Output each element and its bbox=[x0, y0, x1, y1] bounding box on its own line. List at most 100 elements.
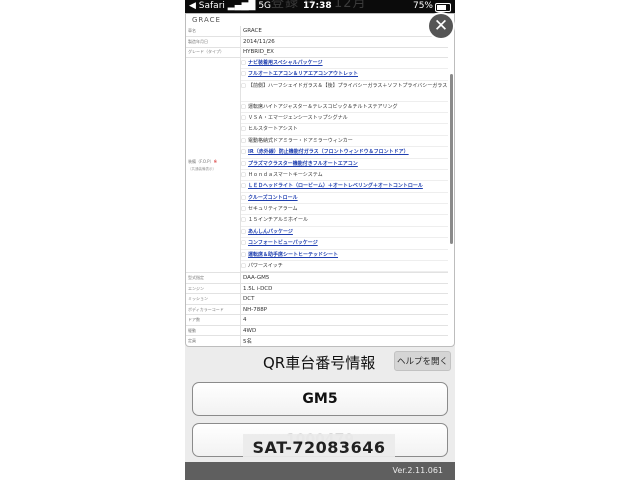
vehicle-info-table: 車名 GRACE 製造年月日 2014/11/26 グレード（タイプ） HYBRID_EX… bbox=[186, 26, 448, 346]
option-link[interactable]: □ IR（赤外線）防止機能付ガラス（フロントウィンドウ＆フロントドア） bbox=[241, 147, 448, 159]
option-link[interactable]: □ あんしんパッケージ bbox=[241, 227, 448, 239]
option-item: □ 電動格納式ドアミラー・ドアミラーウィンカー bbox=[241, 136, 448, 148]
option-text: 電動格納式ドアミラー・ドアミラーウィンカー bbox=[248, 137, 353, 144]
close-icon[interactable]: ✕ bbox=[429, 14, 453, 38]
battery-icon bbox=[435, 3, 451, 12]
option-item: □ １５インチアルミホイール bbox=[241, 215, 448, 227]
checkbox-icon: □ bbox=[241, 183, 246, 190]
checkbox-icon: □ bbox=[241, 217, 246, 224]
row-value: 4WD bbox=[240, 325, 448, 337]
checkbox-icon: □ bbox=[241, 149, 246, 156]
option-item: □ Ｈｏｎｄａスマートキーシステム bbox=[241, 170, 448, 182]
status-time: 17:38 bbox=[303, 1, 332, 11]
carrier-label: ◀ Safari bbox=[189, 1, 225, 11]
row-key: 型式指定 bbox=[186, 272, 241, 284]
options-key-sub: （共通装備表示） bbox=[188, 166, 216, 171]
status-bar: ◀ Safari ▂▄▆█ 5G 登録 H 12月 17:38 75% bbox=[185, 0, 455, 13]
row-value: 1.5L i-DCD bbox=[240, 283, 448, 295]
table-row: 駆動 4WD bbox=[186, 325, 448, 337]
checkbox-icon: □ bbox=[241, 71, 246, 78]
row-value: HYBRID_EX bbox=[240, 47, 448, 58]
bottom-bar: Ver.2.11.061 bbox=[185, 462, 455, 480]
row-value: NH-788P bbox=[240, 304, 448, 316]
stock-number-overlay: SAT-72083646 bbox=[243, 434, 395, 462]
row-value: 2014/11/26 bbox=[240, 36, 448, 48]
option-link[interactable]: □ 運転席＆助手席シートヒーテッドシート bbox=[241, 250, 448, 262]
row-value: 4 bbox=[240, 314, 448, 326]
checkbox-icon: □ bbox=[241, 103, 246, 110]
options-key: 装備（F.O.P）※ （共通装備表示） bbox=[186, 57, 241, 274]
table-row: エンジン 1.5L i-DCD bbox=[186, 283, 448, 295]
row-value: 5名 bbox=[240, 335, 448, 346]
option-link[interactable]: □ コンフォートビューパッケージ bbox=[241, 238, 448, 250]
help-button[interactable]: ヘルプを開く bbox=[394, 351, 451, 371]
option-text: １５インチアルミホイール bbox=[248, 217, 308, 224]
right-margin bbox=[455, 0, 640, 480]
table-row: 型式指定 DAA-GM5 bbox=[186, 272, 448, 284]
checkbox-icon: □ bbox=[241, 228, 246, 235]
checkbox-icon: □ bbox=[241, 263, 246, 270]
phone-screen: ◀ Safari ▂▄▆█ 5G 登録 H 12月 17:38 75% GRAC… bbox=[185, 0, 455, 480]
option-text: パワースイッチ bbox=[248, 263, 283, 270]
checkbox-icon: □ bbox=[241, 126, 246, 133]
option-text: ＬＥＤヘッドライト（ロービーム）＋オートレベリング＋オートコントロール bbox=[248, 183, 423, 190]
row-key: ドア数 bbox=[186, 314, 241, 326]
row-key: 駆動 bbox=[186, 325, 241, 337]
sheet-title: GRACE bbox=[192, 16, 221, 24]
checkbox-icon: □ bbox=[241, 60, 246, 66]
option-item: □ パワースイッチ bbox=[241, 261, 448, 272]
checkbox-icon: □ bbox=[241, 240, 246, 247]
row-key: 定員 bbox=[186, 335, 241, 346]
option-link[interactable]: □ ＬＥＤヘッドライト（ロービーム）＋オートレベリング＋オートコントロール bbox=[241, 181, 448, 193]
table-row: 製造年月日 2014/11/26 bbox=[186, 36, 448, 48]
row-key: 車名 bbox=[186, 26, 241, 37]
status-left[interactable]: ◀ Safari ▂▄▆█ 5G bbox=[189, 0, 271, 13]
option-link[interactable]: □ クルーズコントロール bbox=[241, 193, 448, 205]
model-code-field[interactable]: GM5 bbox=[192, 382, 448, 416]
checkbox-icon: □ bbox=[241, 251, 246, 258]
option-text: セキュリティアラーム bbox=[248, 206, 298, 213]
table-row: ドア数 4 bbox=[186, 314, 448, 326]
table-row: ミッション DCT bbox=[186, 293, 448, 305]
checkbox-icon: □ bbox=[241, 160, 246, 167]
row-key: グレード（タイプ） bbox=[186, 47, 241, 58]
option-item: □ ＶＳＡ・エマージェンシーストップシグナル bbox=[241, 113, 448, 125]
checkbox-icon: □ bbox=[241, 194, 246, 201]
option-text: 運転席＆助手席シートヒーテッドシート bbox=[248, 251, 339, 258]
option-item: □ セキュリティアラーム bbox=[241, 204, 448, 216]
option-link[interactable]: □ ナビ装着用スペシャルパッケージ bbox=[241, 58, 448, 70]
option-text: 【前側】ハーフシェイドガラス＆【後】プライバシーガラス＋ソフトプライバシーガラス bbox=[248, 82, 448, 89]
row-key: ミッション bbox=[186, 293, 241, 305]
option-item: □ 【前側】ハーフシェイドガラス＆【後】プライバシーガラス＋ソフトプライバシーガラ… bbox=[241, 81, 448, 102]
table-row: ボディカラーコード NH-788P bbox=[186, 304, 448, 316]
qr-info-label: QR車台番号情報 bbox=[263, 354, 376, 372]
row-key: ボディカラーコード bbox=[186, 304, 241, 316]
checkbox-icon: □ bbox=[241, 206, 246, 213]
version-label: Ver.2.11.061 bbox=[392, 466, 444, 475]
option-text: フルオートエアコン＆リアエアコンアウトレット bbox=[248, 71, 359, 78]
signal-icon: ▂▄▆█ 5G bbox=[227, 1, 272, 11]
option-text: IR（赤外線）防止機能付ガラス（フロントウィンドウ＆フロントドア） bbox=[248, 149, 409, 156]
options-row: 装備（F.O.P）※ （共通装備表示） □ ナビ装着用スペシャルパッケージ □ フルオート… bbox=[186, 57, 448, 274]
option-text: コンフォートビューパッケージ bbox=[248, 240, 318, 247]
row-key: エンジン bbox=[186, 283, 241, 295]
option-link[interactable]: □ フルオートエアコン＆リアエアコンアウトレット bbox=[241, 69, 448, 81]
battery-percent: 75% bbox=[412, 1, 433, 11]
vehicle-info-sheet: GRACE 車名 GRACE 製造年月日 2014/11/26 グレード（タイプ） HYB… bbox=[185, 13, 455, 347]
option-text: 運転席ハイトアジャスター＆テレスコピック＆チルトステアリング bbox=[248, 103, 398, 110]
sheet-scrollbar[interactable] bbox=[450, 74, 453, 244]
table-row: 車名 GRACE bbox=[186, 26, 448, 37]
row-value: DAA-GM5 bbox=[240, 272, 448, 284]
row-value: GRACE bbox=[240, 26, 448, 37]
checkbox-icon: □ bbox=[241, 137, 246, 144]
option-text: プラズマクラスター機能付きフルオートエアコン bbox=[248, 160, 358, 167]
option-text: クルーズコントロール bbox=[248, 194, 298, 201]
option-item: □ 運転席ハイトアジャスター＆テレスコピック＆チルトステアリング bbox=[241, 102, 448, 113]
options-list: □ ナビ装着用スペシャルパッケージ □ フルオートエアコン＆リアエアコンアウトレット □… bbox=[240, 57, 448, 274]
row-value: DCT bbox=[240, 293, 448, 305]
checkbox-icon: □ bbox=[241, 171, 246, 178]
option-text: あんしんパッケージ bbox=[248, 228, 293, 235]
option-link[interactable]: □ プラズマクラスター機能付きフルオートエアコン bbox=[241, 159, 448, 170]
options-key-mark: ※ bbox=[213, 158, 217, 164]
option-text: ＶＳＡ・エマージェンシーストップシグナル bbox=[248, 114, 348, 121]
